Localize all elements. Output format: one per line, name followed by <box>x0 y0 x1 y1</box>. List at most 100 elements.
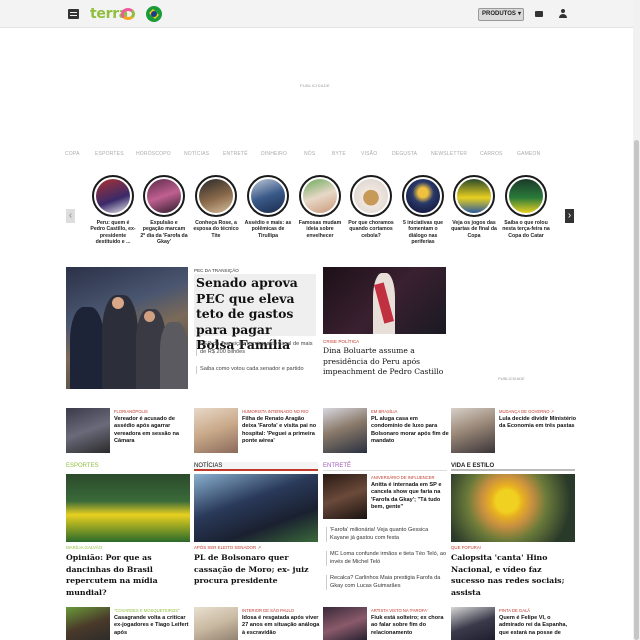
story-thumbnail <box>402 175 444 217</box>
news-card[interactable]: INTERIOR DE SÃO PAULO Idosa é resgatada … <box>194 607 320 640</box>
nav-item[interactable]: CARROS <box>480 151 503 157</box>
esportes-lead-headline[interactable]: Opinião: Por que as dancinhas do Brasil … <box>66 552 190 598</box>
story-thumbnail <box>350 175 392 217</box>
hamburger-icon[interactable] <box>68 9 79 19</box>
section-title: ENTRETÊ <box>323 463 352 469</box>
story-caption: Saiba o que rolou nesta terça-feira na C… <box>502 220 550 239</box>
stories-next-arrow-icon[interactable]: › <box>565 209 574 223</box>
news-card[interactable]: EM BRASÍLIA PL aluga casa em condomínio … <box>323 408 449 456</box>
hero-related-link[interactable]: Saiba como votou cada senador e partido <box>196 366 320 374</box>
story-item[interactable]: Veja os jogos das quartas de final da Co… <box>450 175 498 239</box>
news-card-kicker: MUDANÇA DE GOVERNO ↗ <box>499 409 555 414</box>
story-item[interactable]: Famosas mudam ideia sobre envelhecer <box>296 175 344 239</box>
scrollbar-thumb[interactable] <box>634 140 639 640</box>
entrete-related-link[interactable]: 'Farofa' milionária! Veja quanto Gessica… <box>326 527 448 543</box>
section-header-esportes[interactable]: ESPORTES <box>66 462 190 471</box>
entrete-related-link[interactable]: MC Loma confunde irmãos e tieta Téo Teló… <box>326 551 448 567</box>
story-item[interactable]: Peru: quem é Pedro Castillo, ex-presiden… <box>89 175 137 246</box>
nav-item[interactable]: DINHEIRO <box>261 151 287 157</box>
page-scrollbar[interactable] <box>633 0 640 640</box>
news-card-title: Casagrande volta a criticar ex-jogadores… <box>114 615 189 636</box>
story-item[interactable]: Assédio e mais: as polêmicas de Tirullip… <box>244 175 292 239</box>
news-card-kicker: INTERIOR DE SÃO PAULO <box>242 608 295 613</box>
story-thumbnail <box>247 175 289 217</box>
brazil-flag-icon[interactable] <box>146 6 162 22</box>
news-card-thumbnail <box>194 408 238 453</box>
news-card[interactable]: HUMORISTA INTERNADO NO RIO Filha de Rena… <box>194 408 318 456</box>
story-thumbnail <box>505 175 547 217</box>
story-thumbnail <box>92 175 134 217</box>
story-thumbnail <box>143 175 185 217</box>
hero-kicker[interactable]: PEC DA TRANSIÇÃO <box>194 268 239 273</box>
news-card[interactable]: "COVARDES E MOSQUETEIROS" Casagrande vol… <box>66 607 190 640</box>
ad-label: PUBLICIDADE <box>498 376 525 381</box>
news-card-title: Idosa é resgatada após viver 27 anos em … <box>242 615 320 636</box>
nav-item[interactable]: COPA <box>65 151 80 157</box>
news-card-title: Filha de Renato Aragão deixa 'Farofa' e … <box>242 416 317 445</box>
nav-item[interactable]: ENTRETÊ <box>223 151 248 157</box>
entrete-lead-headline: Anitta é internada em SP e cancela show … <box>371 482 442 511</box>
news-card-thumbnail <box>66 607 110 640</box>
news-card-thumbnail <box>194 607 238 640</box>
section-header-entrete[interactable]: ENTRETÊ <box>323 462 447 471</box>
news-card-kicker: EM BRASÍLIA <box>371 409 398 414</box>
news-card-title: PL aluga casa em condomínio de luxo para… <box>371 416 449 445</box>
story-item[interactable]: Por que choramos quando cortamos cebola? <box>347 175 395 239</box>
vida-lead-image[interactable] <box>451 474 575 542</box>
news-card-title: Quem é Felipe VI, o admirado rei da Espa… <box>499 615 568 636</box>
products-dropdown[interactable]: PRODUTOS ▾ <box>478 8 524 21</box>
category-nav: COPA ESPORTES HORÓSCOPO NOTÍCIAS ENTRETÊ… <box>60 151 580 159</box>
hero-image[interactable] <box>66 267 188 389</box>
story-caption: Por que choramos quando cortamos cebola? <box>348 220 394 239</box>
side-story-image[interactable] <box>323 267 446 334</box>
nav-item[interactable]: NOTÍCIAS <box>184 151 209 157</box>
story-item[interactable]: 5 iniciativas que fomentam o diálogo nas… <box>399 175 447 246</box>
nav-item[interactable]: HORÓSCOPO <box>136 151 171 157</box>
user-icon[interactable] <box>559 9 567 18</box>
news-card-kicker: "COVARDES E MOSQUETEIROS" <box>114 608 180 613</box>
nav-item[interactable]: NÓS <box>304 151 315 157</box>
nav-item[interactable]: GAMEON <box>517 151 540 157</box>
news-card-thumbnail <box>451 408 495 453</box>
nav-item[interactable]: ESPORTES <box>95 151 124 157</box>
nav-item[interactable]: VISÃO <box>361 151 377 157</box>
side-story-kicker[interactable]: CRISE POLÍTICA <box>323 339 359 344</box>
story-caption: Conheça Rose, a esposa do técnico Tite <box>193 220 239 239</box>
noticias-lead-headline[interactable]: PL de Bolsonaro quer cassação de Moro; e… <box>194 552 318 587</box>
news-card[interactable]: FLORIANÓPOLIS Vereador é acusado de assé… <box>66 408 190 456</box>
section-title: VIDA E ESTILO <box>451 463 495 469</box>
esportes-lead-kicker[interactable]: MARÍLIA GALVÃO <box>66 545 102 550</box>
news-card[interactable]: ARTISTA VISTO NA 'FAROFA' Fiuk está solt… <box>323 607 447 640</box>
entrete-lead-card[interactable]: ANIVERSÁRIO DE INFLUENCER Anitta é inter… <box>323 474 447 522</box>
noticias-lead-image[interactable] <box>194 474 318 542</box>
section-header-vida-e-estilo[interactable]: VIDA E ESTILO <box>451 462 575 471</box>
story-item[interactable]: Saiba o que rolou nesta terça-feira na C… <box>502 175 550 239</box>
nav-item[interactable]: NEWSLETTER <box>431 151 467 157</box>
story-thumbnail <box>299 175 341 217</box>
news-card-kicker: HUMORISTA INTERNADO NO RIO <box>242 409 309 414</box>
stories-prev-arrow-icon[interactable]: ‹ <box>66 209 75 223</box>
terra-logo-mark[interactable] <box>121 8 135 20</box>
story-caption: Peru: quem é Pedro Castillo, ex-presiden… <box>90 220 136 246</box>
vida-lead-kicker[interactable]: QUE FOFURA! <box>451 545 481 550</box>
hero-related-link[interactable]: PEC da Transição tem impacto fiscal de m… <box>196 341 320 357</box>
section-title: NOTÍCIAS <box>194 463 223 469</box>
vida-lead-headline[interactable]: Calopsita 'canta' Hino Nacional, e vídeo… <box>451 552 575 598</box>
noticias-lead-kicker[interactable]: APÓS SER ELEITO SENADOR ↗ <box>194 545 261 551</box>
story-item[interactable]: Conheça Rose, a esposa do técnico Tite <box>192 175 240 239</box>
nav-item[interactable]: BYTE <box>332 151 346 157</box>
side-story-headline[interactable]: Dina Boluarte assume a presidência do Pe… <box>323 346 447 378</box>
esportes-lead-image[interactable] <box>66 474 190 542</box>
mail-icon[interactable] <box>535 11 543 17</box>
story-caption: Assédio e mais: as polêmicas de Tirullip… <box>244 220 292 239</box>
news-card[interactable]: MUDANÇA DE GOVERNO ↗ Lula decide dividir… <box>451 408 576 456</box>
news-card-thumbnail <box>323 607 367 640</box>
news-card[interactable]: PINTA DE GALÃ Quem é Felipe VI, o admira… <box>451 607 575 640</box>
entrete-related-link[interactable]: Recalca? Carlinhos Maia prestigia Farofa… <box>326 575 448 591</box>
nav-item[interactable]: DEGUSTA <box>392 151 417 157</box>
ad-label: PUBLICIDADE <box>300 83 330 88</box>
hero-headline[interactable]: Senado aprova PEC que eleva teto de gast… <box>194 274 316 352</box>
story-item[interactable]: Expulsão e pegação marcam 2º dia da 'Far… <box>140 175 188 246</box>
chevron-down-icon: ▾ <box>517 11 521 17</box>
section-header-noticias[interactable]: NOTÍCIAS <box>194 462 318 471</box>
